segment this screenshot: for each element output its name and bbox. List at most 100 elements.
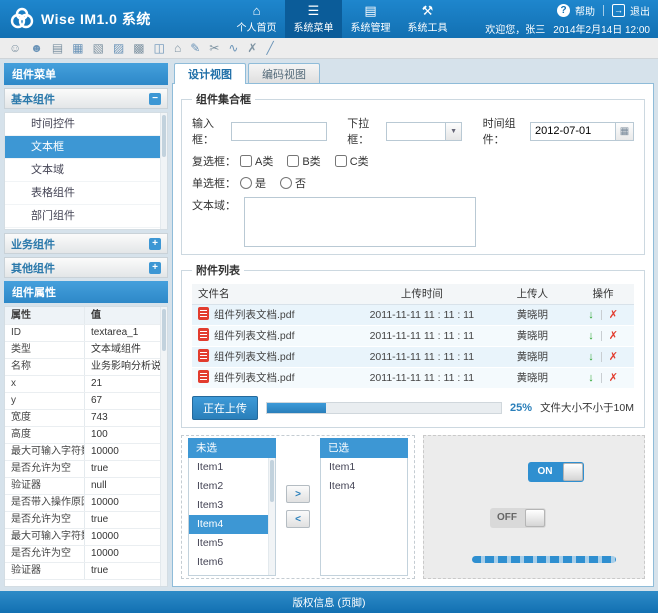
sidebar-item-textarea[interactable]: 文本域 <box>5 159 167 182</box>
report-icon[interactable]: ▨ <box>113 42 124 54</box>
list-item[interactable]: Item2 <box>189 477 275 496</box>
close-icon[interactable]: ✗ <box>247 42 257 54</box>
nav-item-home[interactable]: ⌂ 个人首页 <box>228 0 285 38</box>
property-row[interactable]: 最大可输入字符数10000 <box>5 529 167 546</box>
toggle-off-switch[interactable]: OFF <box>490 508 546 528</box>
page-footer: 版权信息 (页脚) <box>0 591 658 613</box>
property-row[interactable]: 验证器true <box>5 563 167 580</box>
uploader: 黄晓明 <box>493 346 573 367</box>
collapse-icon[interactable]: − <box>149 93 161 105</box>
accordion-basic-components[interactable]: 基本组件 − <box>4 88 168 109</box>
property-row[interactable]: 是否允许为空true <box>5 461 167 478</box>
property-row[interactable]: 类型文本域组件 <box>5 342 167 359</box>
delete-icon[interactable]: ✗ <box>609 372 618 384</box>
scrollbar-thumb[interactable] <box>270 460 274 502</box>
move-left-button[interactable]: < <box>286 510 310 528</box>
checkbox-c[interactable]: C类 <box>335 153 369 169</box>
list-item[interactable]: Item7 <box>189 572 275 577</box>
accordion-other-components[interactable]: 其他组件 + <box>4 257 168 278</box>
toggle-knob[interactable] <box>563 463 583 481</box>
property-row[interactable]: IDtextarea_1 <box>5 325 167 342</box>
main-content: 设计视图 编码视图 组件集合框 输入框： 下拉框： ▼ <box>172 63 654 587</box>
property-row[interactable]: 验证器null <box>5 478 167 495</box>
smiley-icon[interactable]: ☺ <box>9 42 21 54</box>
delete-icon[interactable]: ✗ <box>609 309 618 321</box>
window-icon[interactable]: ◫ <box>154 42 165 54</box>
checkbox-b-input[interactable] <box>287 155 299 167</box>
list-item[interactable]: Item3 <box>189 496 275 515</box>
scrollbar-thumb[interactable] <box>162 309 166 351</box>
move-right-button[interactable]: > <box>286 485 310 503</box>
list-item[interactable]: Item6 <box>189 553 275 572</box>
property-row[interactable]: 最大可输入字符数10000 <box>5 444 167 461</box>
list-icon[interactable]: ▤ <box>52 42 63 54</box>
sidebar-item-table-component[interactable]: 表格组件 <box>5 182 167 205</box>
tab-code-view[interactable]: 编码视图 <box>248 63 320 84</box>
property-row[interactable]: 是否允许为空10000 <box>5 546 167 563</box>
text-input[interactable] <box>231 122 327 141</box>
scrollbar-thumb[interactable] <box>162 115 166 157</box>
list-item[interactable]: Item5 <box>189 534 275 553</box>
download-icon[interactable]: ↓ <box>588 330 594 342</box>
cut-icon[interactable]: ✂ <box>209 42 219 54</box>
grid-icon[interactable]: ▦ <box>72 42 83 54</box>
sidebar-item-department-component[interactable]: 部门组件 <box>5 205 167 228</box>
sidebar-item-textbox[interactable]: 文本框 <box>5 136 167 159</box>
property-row[interactable]: 宽度743 <box>5 410 167 427</box>
checkbox-a[interactable]: A类 <box>240 153 273 169</box>
property-row[interactable]: 高度100 <box>5 427 167 444</box>
wave-icon[interactable]: ∿ <box>228 42 238 54</box>
list-item[interactable]: Item1 <box>321 458 407 477</box>
logout-link[interactable]: 退出 <box>630 3 650 18</box>
dropdown-select[interactable]: ▼ <box>386 122 462 141</box>
uploading-button[interactable]: 正在上传 <box>192 396 258 420</box>
expand-icon[interactable]: + <box>149 262 161 274</box>
textarea-field[interactable] <box>244 197 476 247</box>
table-icon[interactable]: ▩ <box>133 42 144 54</box>
radio-yes[interactable]: 是 <box>240 175 266 191</box>
home-small-icon[interactable]: ⌂ <box>174 42 181 54</box>
download-icon[interactable]: ↓ <box>588 372 594 384</box>
download-icon[interactable]: ↓ <box>588 309 594 321</box>
radio-yes-input[interactable] <box>240 177 252 189</box>
upload-time: 2011-11-11 11 : 11 : 11 <box>351 367 492 388</box>
component-list-scrollbar[interactable] <box>160 113 167 229</box>
nav-item-system-tools[interactable]: ⚒ 系统工具 <box>399 0 456 38</box>
checkbox-b[interactable]: B类 <box>287 153 320 169</box>
radio-no[interactable]: 否 <box>280 175 306 191</box>
expand-icon[interactable]: + <box>149 238 161 250</box>
download-icon[interactable]: ↓ <box>588 351 594 363</box>
list-item-selected[interactable]: Item4 <box>189 515 275 534</box>
sidebar-item-time-control[interactable]: 时间控件 <box>5 113 167 136</box>
calendar-icon[interactable]: ▦ <box>616 122 634 141</box>
toggle-knob[interactable] <box>525 509 545 527</box>
checkbox-c-input[interactable] <box>335 155 347 167</box>
edit-icon[interactable]: ✎ <box>190 42 200 54</box>
radio-no-input[interactable] <box>280 177 292 189</box>
help-link[interactable]: 帮助 <box>575 3 595 18</box>
property-row[interactable]: 是否允许为空true <box>5 512 167 529</box>
top-header: Wise IM1.0 系统 ⌂ 个人首页 ☰ 系统菜单 ▤ 系统管理 ⚒ 系统工… <box>0 0 658 38</box>
delete-icon[interactable]: ✗ <box>609 351 618 363</box>
property-row[interactable]: x21 <box>5 376 167 393</box>
delete-icon[interactable]: ✗ <box>609 330 618 342</box>
header-actions: ? 帮助 → 退出 <box>557 3 650 18</box>
tab-design-view[interactable]: 设计视图 <box>174 63 246 84</box>
unselected-list-scrollbar[interactable] <box>268 458 275 576</box>
panel-icon[interactable]: ▧ <box>93 42 104 54</box>
users-icon[interactable]: ☻ <box>30 42 43 54</box>
property-row[interactable]: y67 <box>5 393 167 410</box>
checkbox-a-input[interactable] <box>240 155 252 167</box>
property-row[interactable]: 是否带入操作原因10000 <box>5 495 167 512</box>
file-size-hint: 文件大小不小于10M <box>540 400 634 415</box>
slash-icon[interactable]: ╱ <box>266 42 273 54</box>
property-table-scrollbar[interactable] <box>160 307 167 586</box>
list-item[interactable]: Item1 <box>189 458 275 477</box>
nav-item-system-management[interactable]: ▤ 系统管理 <box>342 0 399 38</box>
date-input[interactable] <box>530 122 616 141</box>
accordion-business-components[interactable]: 业务组件 + <box>4 233 168 254</box>
property-row[interactable]: 名称业务影响分析说明 <box>5 359 167 376</box>
list-item[interactable]: Item4 <box>321 477 407 496</box>
nav-item-system-menu[interactable]: ☰ 系统菜单 <box>285 0 342 38</box>
toggle-on-switch[interactable]: ON <box>528 462 584 482</box>
